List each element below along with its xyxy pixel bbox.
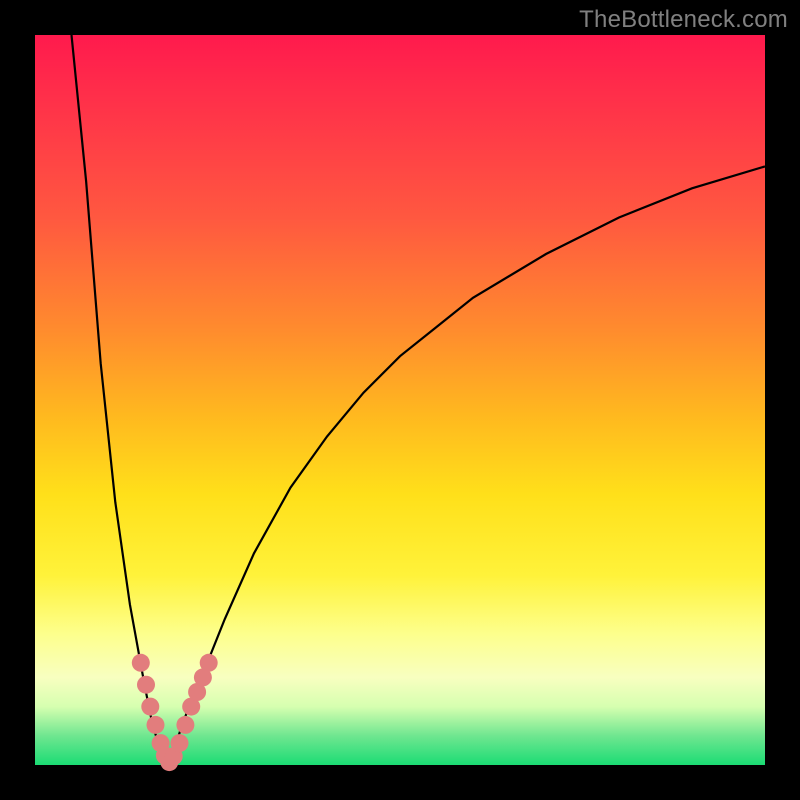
bottleneck-curve [35, 35, 765, 765]
marker-dot [137, 676, 155, 694]
plot-area [35, 35, 765, 765]
marker-dot [147, 716, 165, 734]
chart-frame: TheBottleneck.com [0, 0, 800, 800]
marker-dot [132, 654, 150, 672]
watermark-text: TheBottleneck.com [579, 6, 788, 34]
marker-group [132, 654, 218, 771]
marker-dot [200, 654, 218, 672]
marker-dot [176, 716, 194, 734]
marker-dot [171, 734, 189, 752]
marker-dot [141, 698, 159, 716]
curve-path [72, 35, 766, 765]
